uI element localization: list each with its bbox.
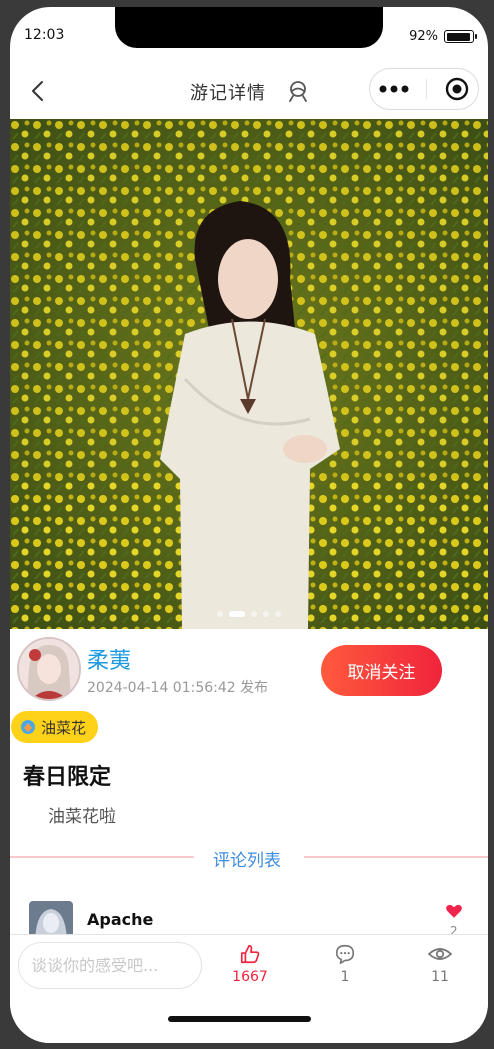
- battery-percent: 92%: [409, 29, 438, 44]
- tag-icon: [21, 720, 35, 734]
- post-title: 春日限定: [23, 765, 112, 790]
- comment-button[interactable]: 1: [315, 943, 375, 985]
- mini-program-capsule: [369, 68, 479, 110]
- gallery-dot[interactable]: [229, 611, 245, 617]
- unfollow-button[interactable]: 取消关注: [321, 645, 442, 696]
- avatar-illustration: [19, 639, 79, 699]
- battery-icon: [444, 30, 477, 43]
- photo-illustration: [10, 119, 488, 629]
- navbar: 游记详情: [10, 65, 488, 117]
- more-dots-icon[interactable]: [379, 85, 409, 93]
- home-indicator: [168, 1016, 311, 1022]
- phone-screen: 12:03 92% 游记详情 柔荑 2024-04-14 01:56:42 发布…: [10, 7, 488, 1043]
- gallery-dot[interactable]: [217, 611, 223, 617]
- bottom-action-bar: 1667 1 11: [10, 934, 488, 1043]
- comment-avatar[interactable]: [29, 901, 73, 938]
- views-indicator: 11: [410, 943, 470, 985]
- heart-icon[interactable]: [445, 902, 463, 920]
- travel-photo[interactable]: [10, 119, 488, 629]
- like-button[interactable]: 1667: [220, 943, 280, 985]
- comments-header: 评论列表: [213, 851, 281, 871]
- back-button[interactable]: [24, 77, 52, 105]
- thumbs-up-icon: [240, 944, 260, 964]
- comment-avatar-illustration: [29, 901, 73, 938]
- divider-line-right: [304, 856, 488, 858]
- notch: [115, 7, 383, 48]
- author-name[interactable]: 柔荑: [87, 643, 131, 675]
- tag-label: 油菜花: [41, 718, 87, 737]
- publish-time: 2024-04-14 01:56:42 发布: [87, 680, 269, 696]
- gallery-dot[interactable]: [275, 611, 281, 617]
- status-battery: 92%: [409, 29, 477, 44]
- comment-item[interactable]: Apache 2: [10, 898, 488, 938]
- like-count: 1667: [232, 969, 268, 985]
- page-title: 游记详情: [190, 83, 266, 104]
- comment-author: Apache: [87, 910, 154, 929]
- gallery-dot[interactable]: [251, 611, 257, 617]
- chevron-left-icon: [32, 81, 43, 101]
- battery-fill: [446, 32, 470, 41]
- gallery-dot[interactable]: [263, 611, 269, 617]
- comment-count: 1: [340, 969, 350, 985]
- target-icon[interactable]: [445, 77, 469, 101]
- author-avatar[interactable]: [17, 637, 81, 701]
- divider-line-left: [10, 856, 194, 858]
- post-content: 油菜花啦: [48, 807, 116, 827]
- topic-tag[interactable]: 油菜花: [11, 711, 99, 743]
- author-row: 柔荑 2024-04-14 01:56:42 发布 取消关注: [10, 635, 488, 701]
- capsule-divider: [426, 79, 428, 99]
- comment-input[interactable]: [18, 942, 202, 989]
- gallery-dots: [10, 611, 488, 617]
- headset-icon[interactable]: [286, 79, 310, 103]
- eye-icon: [428, 948, 452, 960]
- view-count: 11: [431, 969, 449, 985]
- comments-divider: 评论列表: [10, 843, 488, 871]
- status-time: 12:03: [24, 27, 65, 43]
- chat-bubble-icon: [335, 944, 355, 964]
